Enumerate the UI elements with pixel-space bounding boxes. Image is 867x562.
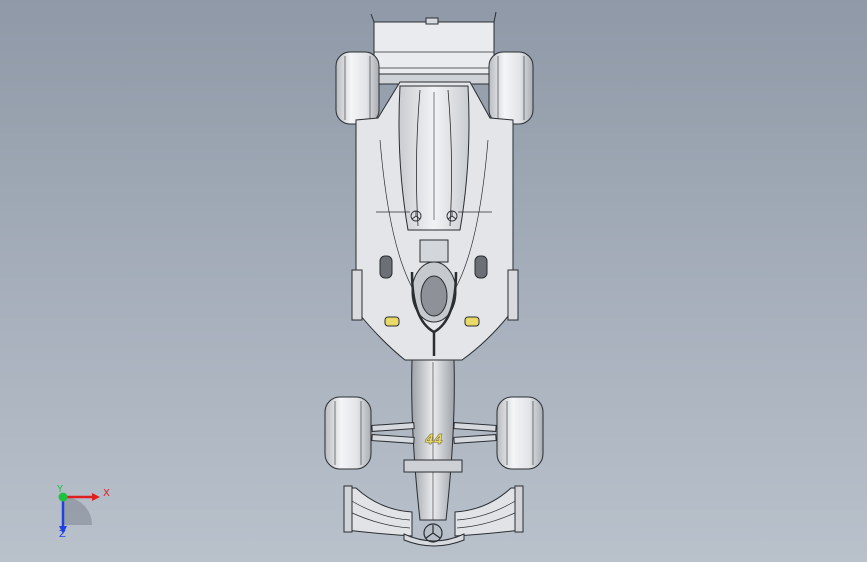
triad-x-label: X bbox=[103, 488, 110, 499]
triad-y-label: Y bbox=[57, 484, 64, 495]
triad-z-label: Z bbox=[59, 529, 66, 540]
coordinate-triad bbox=[58, 492, 100, 534]
graphics-viewport[interactable]: 44 X Y Z bbox=[0, 0, 867, 562]
